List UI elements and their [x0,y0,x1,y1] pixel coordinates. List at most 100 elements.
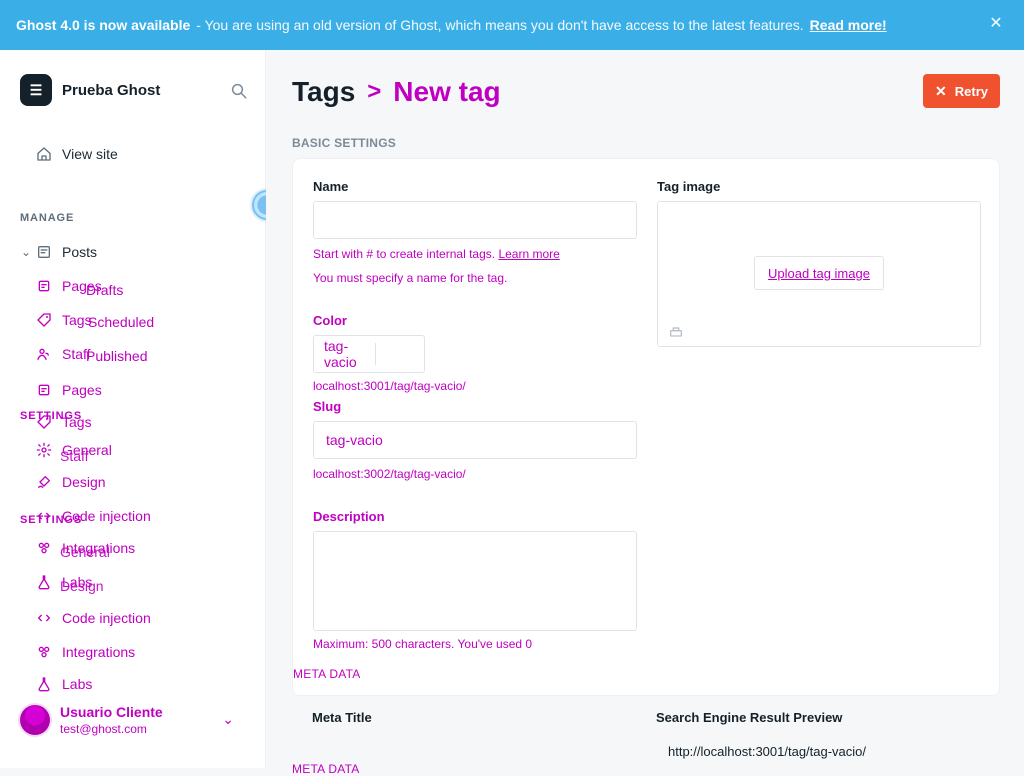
name-error: You must specify a name for the tag. [313,271,508,285]
retry-label: Retry [954,83,988,99]
tag-glyph [37,313,51,327]
banner-text: - You are using an old version of Ghost,… [196,17,804,33]
sidebar: ☰ Prueba Ghost View site MANAGE ⌄ Posts [0,50,282,768]
nav-code-injection-overlap-label: Code injection [62,508,151,524]
nav-tags-overlap[interactable]: Tags [36,312,92,328]
pages-glyph [38,280,50,292]
nav-integrations[interactable]: Integrations [36,644,135,660]
labs-icon [36,574,52,590]
learn-more-link[interactable]: Learn more [498,247,559,261]
nav-code-injection[interactable]: Code injection [36,610,151,626]
view-site-label: View site [62,146,118,162]
labs-icon [36,676,52,692]
meta-data-label-inpanel: META DATA [293,667,361,681]
image-icon [668,324,684,340]
nav-code-injection-overlap[interactable]: Code injection [36,508,151,524]
name-input[interactable] [313,201,637,239]
user-name: Usuario Cliente [60,704,163,720]
nav-posts[interactable]: Posts [36,244,97,260]
user-email: test@ghost.com [60,722,147,736]
banner-title: Ghost 4.0 is now available [16,17,191,33]
slug-label: Slug [313,399,342,414]
close-icon: ✕ [935,83,947,99]
staff-icon [36,346,52,362]
upload-tag-image-button[interactable]: Upload tag image [754,256,884,290]
integrations-icon [36,540,52,556]
breadcrumb-separator: > [367,78,382,105]
nav-design[interactable]: Design [36,474,106,490]
main-content: Tags > New tag ✕ Retry BASIC SETTINGS Na… [266,50,1024,776]
labs-glyph [38,575,50,590]
user-text: Usuario Cliente test@ghost.com [60,704,163,736]
chevron-down-icon[interactable]: ⌄ [20,245,32,259]
code-icon [36,508,52,524]
color-value: tag-vacio [324,338,357,370]
color-swatch [374,343,414,365]
integrations-icon [36,644,52,660]
retry-button[interactable]: ✕ Retry [923,74,1000,108]
breadcrumb-tags[interactable]: Tags [292,76,355,108]
view-site-link[interactable]: View site [36,146,118,162]
nav-code-injection-label: Code injection [62,610,151,626]
integrations-glyph [38,542,50,554]
chevron-down-icon[interactable]: ⌄ [222,711,234,728]
brand: ☰ Prueba Ghost [20,74,250,106]
slug-input[interactable] [313,421,637,459]
nav-general-ghost-text: General [60,544,110,560]
meta-title-label: Meta Title [312,710,372,725]
name-label: Name [313,179,349,194]
search-icon[interactable] [228,80,250,102]
nav-tags-label: Tags [62,414,92,430]
staff-glyph [37,348,49,360]
meta-data-label: META DATA [292,762,360,776]
breadcrumb: Tags > New tag [292,76,501,108]
name-hint: Start with # to create internal tags. Le… [313,247,560,261]
brand-badge: ☰ [20,74,52,106]
nav-labs-label: Labs [62,676,93,692]
nav-integrations-label: Integrations [62,644,136,660]
banner-read-more-link[interactable]: Read more! [810,17,887,33]
tag-image-label: Tag image [657,179,721,194]
brush-glyph [38,476,50,488]
nav-tags[interactable]: Tags [36,414,92,430]
serp-preview-url: http://localhost:3001/tag/tag-vacio/ [668,744,867,759]
code-glyph [38,614,50,622]
serp-preview-label: Search Engine Result Preview [656,710,843,725]
nav-staff-overlap[interactable]: Staff [36,346,91,362]
description-textarea[interactable] [313,531,637,631]
color-label: Color [313,313,347,328]
labs-glyph [38,677,50,692]
nav-pages-label: Pages [62,382,102,398]
tag-icon [36,414,52,430]
close-icon[interactable]: ✕ [986,14,1006,34]
posts-sub-published[interactable]: Published [86,348,148,364]
brush-icon [36,474,52,490]
nav-pages[interactable]: Pages [36,382,102,398]
basic-settings-panel: Name Start with # to create internal tag… [292,158,1000,696]
gear-glyph [36,442,52,458]
posts-glyph [38,246,50,258]
nav-posts-label: Posts [62,244,98,260]
description-hint: Maximum: 500 characters. You've used 0 [313,637,533,651]
nav-design-label: Design [62,474,106,490]
integrations-glyph [38,646,50,658]
user-menu[interactable]: Usuario Cliente test@ghost.com ⌄ [20,704,250,736]
avatar [20,705,50,735]
tag-glyph [37,415,51,429]
posts-sub-drafts[interactable]: Drafts [86,282,123,298]
pages-icon [36,382,52,398]
color-input[interactable]: tag-vacio [313,335,425,373]
url-preview-1: localhost:3001/tag/tag-vacio/ [313,379,466,393]
tag-icon [36,312,52,328]
nav-labs[interactable]: Labs [36,676,92,692]
code-icon [36,610,52,626]
posts-sub-scheduled[interactable]: Scheduled [88,314,154,330]
page-title: New tag [393,76,501,107]
home-icon [36,146,52,162]
posts-icon [36,244,52,260]
home-glyph [37,147,51,161]
section-manage: MANAGE [20,212,75,224]
url-preview-2: localhost:3002/tag/tag-vacio/ [313,467,466,481]
tag-image-dropzone[interactable]: Upload tag image [657,201,981,347]
pages-glyph [38,384,50,396]
